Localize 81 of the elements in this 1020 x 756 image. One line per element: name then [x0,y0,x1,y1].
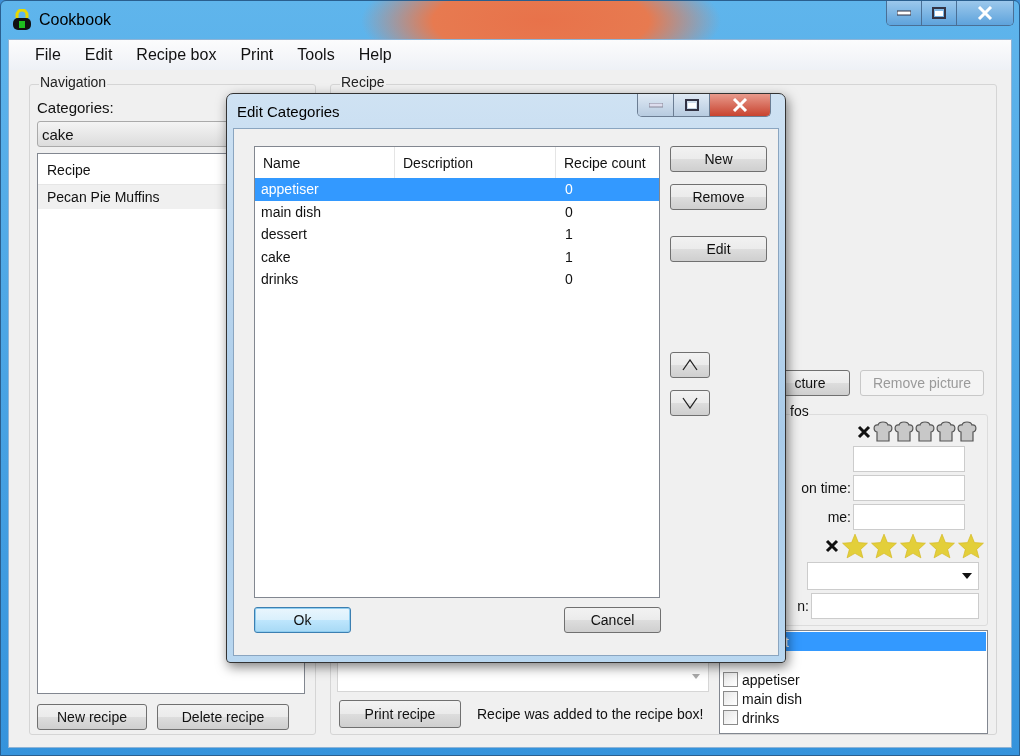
minimize-icon [648,102,663,108]
clear-icon[interactable] [825,539,839,553]
star-icon [870,533,898,559]
recipe-button[interactable]: New recipe [37,704,147,730]
table-cell-text: cake [260,248,292,265]
category-label: appetiser [742,671,800,688]
table-cell-text: 0 [564,271,574,288]
chef-hat-icon [957,421,977,443]
print-recipe-button[interactable]: Print recipe [339,700,461,728]
group-title: Recipe [340,74,386,90]
field-label: n: [797,598,809,614]
maximize-icon [932,7,946,19]
minimize-icon [897,10,911,16]
table-cell-text: 1 [564,226,574,243]
categories-label: Categories: [37,99,114,116]
chef-hat-icon [915,421,935,443]
table-cell-text: 1 [564,248,574,265]
group-title: fos [790,403,809,419]
minimize-button[interactable] [887,1,922,25]
dialog-button[interactable]: Edit [670,236,767,262]
menu-item[interactable]: Tools [285,46,347,64]
close-icon [977,6,993,20]
category-item[interactable]: appetiser [721,670,986,689]
category-row[interactable]: drinks 0 [255,268,659,291]
dialog-title: Edit Categories [237,102,340,120]
checkbox[interactable] [723,672,738,687]
move-up-button[interactable] [670,352,710,378]
menu-item[interactable]: Help [346,46,404,64]
maximize-button[interactable] [922,1,957,25]
input-field[interactable] [853,446,965,472]
menu-item[interactable]: Recipe box [124,46,229,64]
star-rating[interactable] [841,533,985,559]
dialog-button[interactable]: New [670,146,767,172]
star-icon [928,533,956,559]
close-icon [732,98,748,112]
cancel-button[interactable]: Cancel [564,607,661,633]
checkbox[interactable] [723,691,738,706]
chevron-down-icon [682,397,698,409]
menu-item[interactable]: Print [228,46,286,64]
category-label: main dish [742,690,802,707]
star-icon [841,533,869,559]
category-row[interactable]: cake 1 [255,245,659,268]
category-label: drinks [742,709,780,726]
field-label: me: [827,509,851,525]
dropdown-field[interactable] [807,562,979,590]
menu-item[interactable]: Edit [72,46,125,64]
star-icon [899,533,927,559]
ok-button[interactable]: Ok [254,607,351,633]
input-field[interactable] [853,475,965,501]
maximize-button[interactable] [674,94,710,116]
caret-icon [692,673,700,679]
column-header[interactable]: Recipe count [556,147,659,178]
difficulty-rating[interactable] [873,421,977,443]
close-button[interactable] [710,94,770,116]
group-title: Navigation [39,74,108,90]
chevron-up-icon [682,359,698,371]
maximize-icon [684,99,699,111]
chef-hat-icon [936,421,956,443]
category-row[interactable]: dessert 1 [255,223,659,246]
menu-item[interactable]: File [23,46,73,64]
clear-icon[interactable] [857,425,871,439]
table-cell-text: dessert [260,226,308,243]
table-cell-text: drinks [260,271,300,288]
table-cell-text: 0 [564,203,574,220]
status-message: Recipe was added to the recipe box! [477,706,704,722]
category-item[interactable]: main dish [721,689,986,708]
caret-icon [962,573,972,579]
window-title: Cookbook [39,11,112,29]
chef-hat-icon [873,421,893,443]
table-cell-text: 0 [564,181,574,198]
bag-icon [11,9,33,31]
category-item[interactable]: drinks [721,708,986,727]
dialog-button[interactable]: Remove [670,184,767,210]
move-down-button[interactable] [670,390,710,416]
field-label: on time: [801,480,851,496]
recipe-button[interactable]: Delete recipe [157,704,289,730]
input-field[interactable] [853,504,965,530]
star-icon [957,533,985,559]
checkbox[interactable] [723,710,738,725]
input-field[interactable] [811,593,979,619]
chef-hat-icon [894,421,914,443]
